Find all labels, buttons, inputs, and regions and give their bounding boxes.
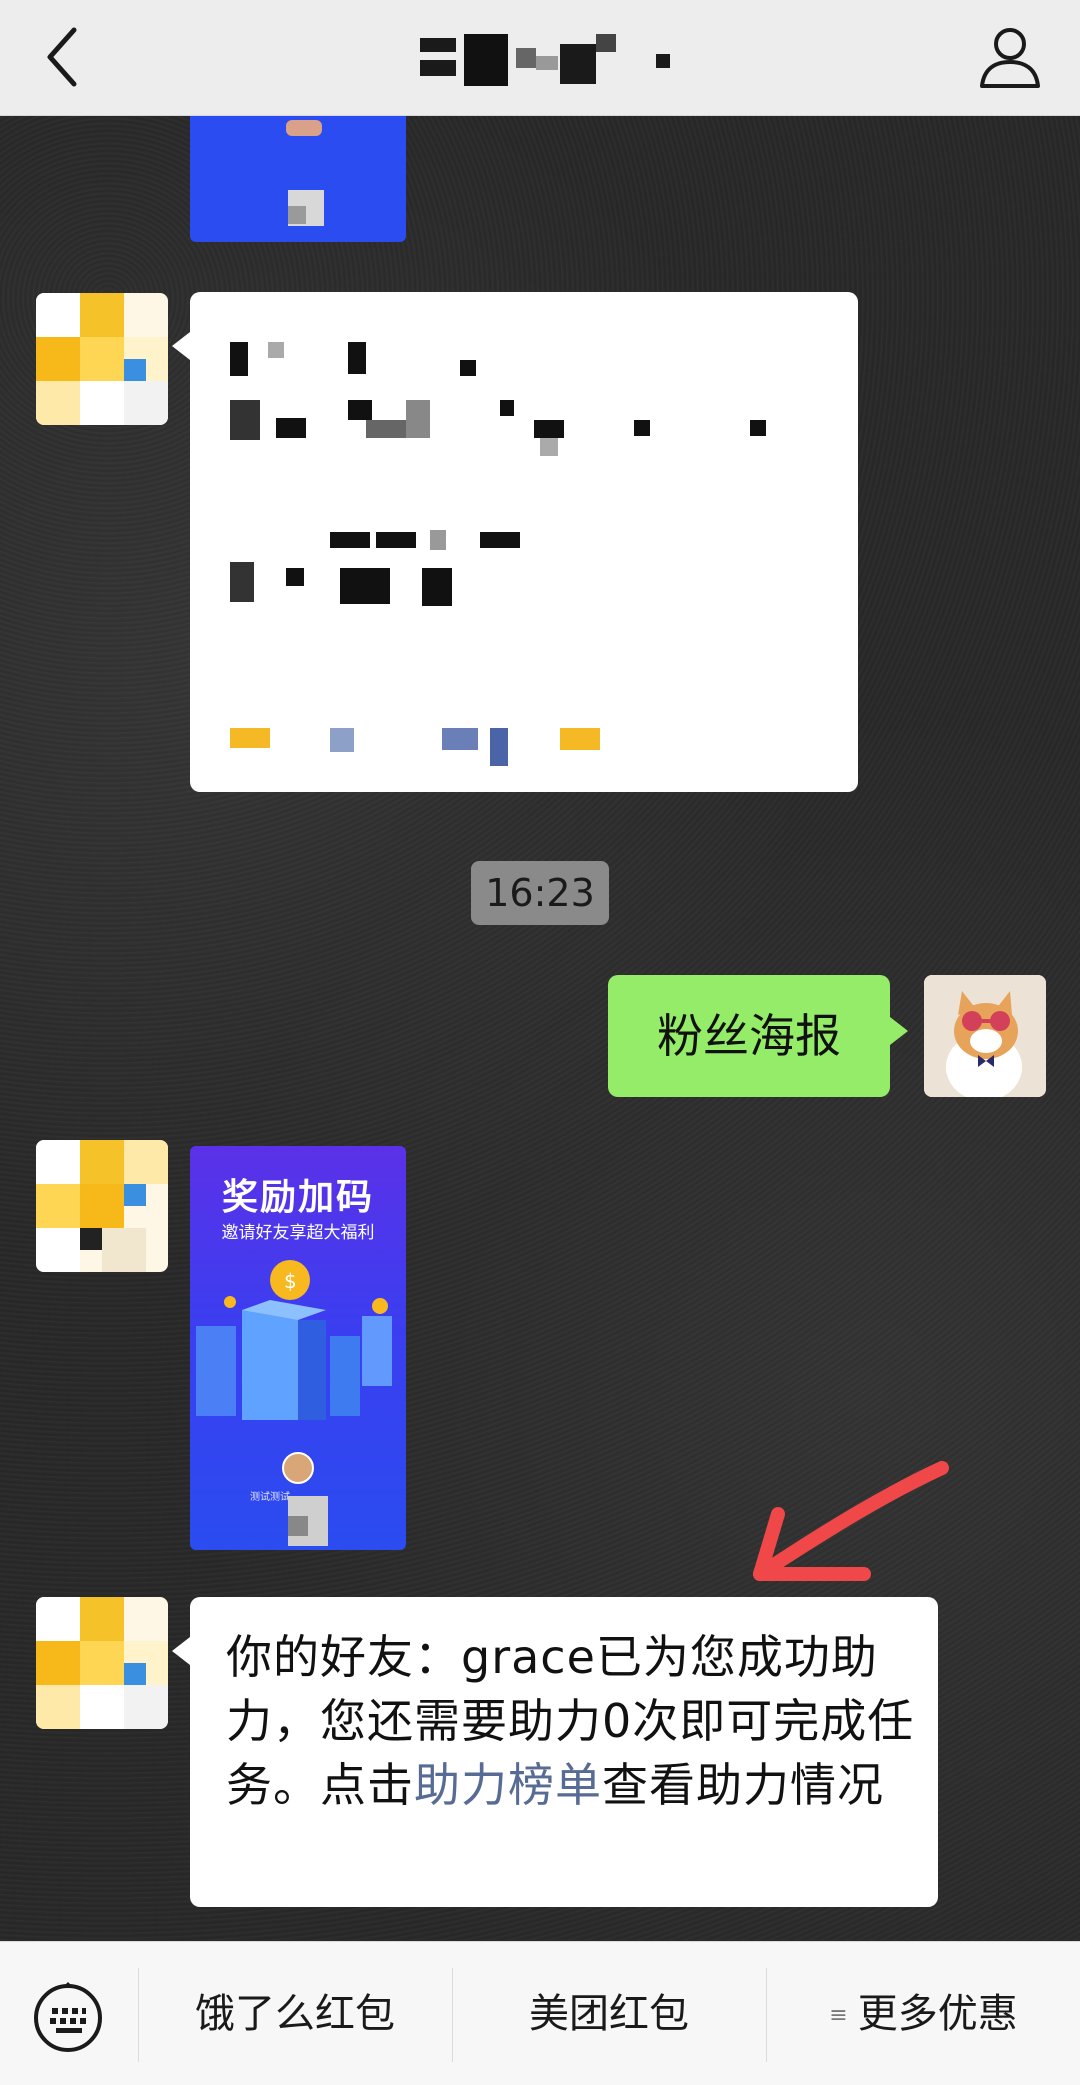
cat-avatar-image: [924, 975, 1046, 1097]
poster-avatar: [282, 1452, 314, 1484]
outgoing-message-text: 粉丝海报: [657, 1009, 841, 1063]
poster-title: 奖励加码: [221, 1177, 374, 1218]
ranking-link[interactable]: 助力榜单: [414, 1758, 602, 1812]
avatar[interactable]: [36, 293, 168, 425]
bottom-menu-bar: 饿了么红包 美团红包 ≡ 更多优惠: [0, 1941, 1080, 2085]
my-avatar[interactable]: [924, 975, 1046, 1097]
poster-subtitle: 邀请好友享超大福利: [221, 1223, 375, 1243]
chat-header: [0, 0, 1080, 116]
person-icon[interactable]: [976, 22, 1044, 90]
menu-item-eleme[interactable]: 饿了么红包: [139, 1942, 451, 2085]
red-arrow-annotation: [753, 1461, 949, 1581]
poster-footer-text: 测试测试: [250, 1492, 290, 1503]
poster-illustration: $: [196, 1260, 392, 1420]
svg-text:$: $: [284, 1269, 297, 1293]
timestamp: 16:23: [471, 861, 609, 925]
menu-item-more-deals[interactable]: ≡ 更多优惠: [767, 1942, 1080, 2085]
obscured-text-message[interactable]: [172, 292, 858, 792]
avatar[interactable]: [36, 1140, 168, 1272]
outgoing-message[interactable]: 粉丝海报: [608, 975, 908, 1097]
poster-qr-obscured: [288, 1496, 328, 1546]
menu-list-icon: ≡: [829, 2003, 848, 2028]
notice-text-part2: 查看助力情况: [602, 1758, 884, 1812]
chat-title-obscured: [420, 34, 680, 90]
menu-item-more-deals-label: 更多优惠: [857, 1991, 1018, 2037]
chevron-left-icon[interactable]: [38, 22, 88, 92]
poster-image-message[interactable]: 奖励加码 邀请好友享超大福利 $ 测试测试: [190, 1146, 406, 1550]
notice-message-text: 你的好友：grace已为您成功助力，您还需要助力0次即可完成任务。点击助力榜单查…: [226, 1625, 926, 1817]
notice-message[interactable]: 你的好友：grace已为您成功助力，您还需要助力0次即可完成任务。点击助力榜单查…: [172, 1597, 938, 1907]
keyboard-icon[interactable]: [32, 1982, 104, 2054]
avatar[interactable]: [36, 1597, 168, 1729]
image-message-partial[interactable]: [190, 116, 406, 242]
chat-area[interactable]: 16:23 粉丝海报 奖励加码 邀请好友享超大福利 $ 测试测试 你的好友：gr…: [0, 116, 1080, 1940]
menu-item-meituan[interactable]: 美团红包: [453, 1942, 765, 2085]
